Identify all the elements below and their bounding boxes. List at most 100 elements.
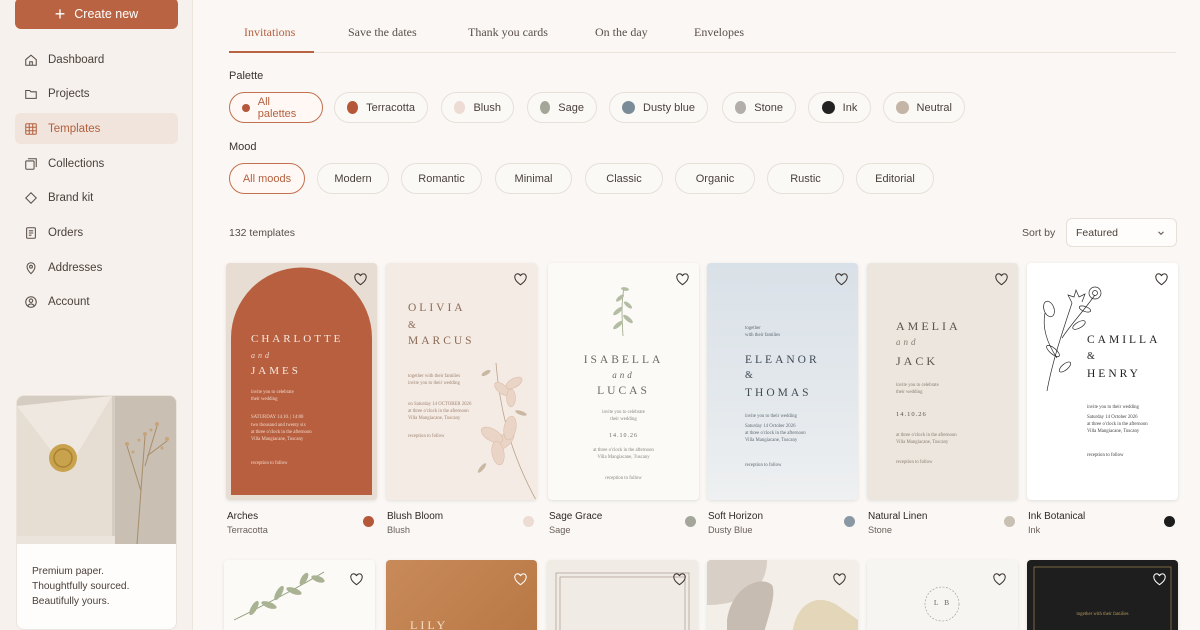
sidebar-item-templates[interactable]: Templates	[15, 113, 178, 145]
palette-chip-ink[interactable]: Ink	[808, 92, 871, 123]
sidebar-item-label: Account	[48, 296, 90, 309]
sidebar-item-account[interactable]: Account	[15, 287, 178, 318]
mood-chip-all[interactable]: All moods	[229, 163, 305, 194]
template-card-row2-1[interactable]	[224, 560, 375, 630]
chip-label: Sage	[558, 101, 584, 114]
sidebar-item-label: Addresses	[48, 261, 103, 274]
template-preview: CHARLOTTE and JAMES invite you to celebr…	[226, 263, 377, 500]
palette-chip-terracotta[interactable]: Terracotta	[334, 92, 428, 123]
heart-icon[interactable]	[349, 572, 364, 587]
invite-name-2: JAMES	[251, 365, 301, 377]
create-new-label: Create new	[74, 6, 139, 21]
chip-label: Blush	[473, 101, 501, 114]
promo-card[interactable]: Premium paper. Thoughtfully sourced. Bea…	[16, 395, 177, 630]
mood-chip-minimal[interactable]: Minimal	[495, 163, 572, 194]
mood-chip-rustic[interactable]: Rustic	[767, 163, 844, 194]
heart-icon[interactable]	[1152, 572, 1167, 587]
template-card-row2-5[interactable]: L B	[867, 560, 1018, 630]
heart-icon[interactable]	[992, 572, 1007, 587]
mood-chip-modern[interactable]: Modern	[317, 163, 389, 194]
swatch-dot	[540, 101, 551, 114]
chip-label: Terracotta	[366, 101, 415, 114]
sidebar-item-label: Projects	[48, 88, 90, 101]
mood-chip-classic[interactable]: Classic	[585, 163, 663, 194]
heart-icon[interactable]	[994, 272, 1009, 287]
chevron-down-icon	[1158, 231, 1164, 236]
chip-label: Minimal	[514, 172, 553, 185]
ink-flower-illustration	[1043, 286, 1102, 392]
palette-swatch	[363, 516, 374, 527]
mood-chip-editorial[interactable]: Editorial	[856, 163, 934, 194]
promo-line-1: Premium paper.	[32, 566, 104, 577]
mood-chip-organic[interactable]: Organic	[675, 163, 755, 194]
mood-chip-romantic[interactable]: Romantic	[401, 163, 482, 194]
swatch-dot	[454, 101, 466, 114]
palette-chip-blush[interactable]: Blush	[441, 92, 514, 123]
swatch-dot	[735, 101, 747, 114]
sprig-illustration	[613, 287, 633, 337]
chip-label: Ink	[842, 101, 858, 114]
template-preview: together with their families ELEANOR & TH…	[707, 263, 858, 500]
heart-icon[interactable]	[513, 572, 528, 587]
palette-heading: Palette	[229, 70, 264, 82]
tab-thank-you-cards[interactable]: Thank you cards	[468, 25, 548, 40]
template-count: 132 templates	[229, 227, 295, 239]
chip-label: Organic	[695, 172, 735, 185]
swatch-dot	[242, 103, 250, 112]
sidebar-item-projects[interactable]: Projects	[15, 79, 178, 110]
tab-envelopes[interactable]: Envelopes	[694, 25, 744, 40]
heart-icon[interactable]	[672, 572, 687, 587]
heart-icon[interactable]	[353, 272, 368, 287]
heart-icon[interactable]	[832, 572, 847, 587]
heart-icon[interactable]	[675, 272, 690, 287]
palette-chip-all[interactable]: All palettes	[229, 92, 323, 123]
template-card-row2-4[interactable]	[707, 560, 858, 630]
tab-save-the-dates[interactable]: Save the dates	[348, 25, 417, 40]
chip-label: Stone	[754, 101, 783, 114]
heart-icon[interactable]	[513, 272, 528, 287]
create-new-button[interactable]: + Create new	[15, 0, 178, 29]
invite-date: 14.10.26	[609, 433, 638, 439]
sidebar-item-addresses[interactable]: Addresses	[15, 252, 178, 283]
promo-line-2: Thoughtfully sourced.	[32, 581, 130, 592]
palette-chip-neutral[interactable]: Neutral	[883, 92, 965, 123]
tab-invitations[interactable]: Invitations	[244, 25, 295, 40]
palette-swatch	[523, 516, 534, 527]
pin-icon	[26, 261, 36, 275]
palette-chip-stone[interactable]: Stone	[722, 92, 796, 123]
heart-icon[interactable]	[1154, 272, 1169, 287]
promo-text: Premium paper. Thoughtfully sourced. Bea…	[17, 544, 176, 629]
palette-swatch	[844, 516, 855, 527]
template-palette: Terracotta	[227, 525, 268, 535]
palette-swatch	[1004, 516, 1015, 527]
chip-label: Classic	[606, 172, 642, 185]
sidebar-item-brand-kit[interactable]: Brand kit	[15, 183, 178, 214]
invite-name-2: MARCUS	[408, 335, 475, 347]
chip-label: Editorial	[875, 172, 915, 185]
sidebar-item-dashboard[interactable]: Dashboard	[15, 44, 178, 75]
chip-label: All palettes	[257, 95, 297, 120]
row2-name: LILY	[410, 618, 449, 630]
home-icon	[25, 54, 37, 66]
sort-value: Featured	[1076, 226, 1119, 239]
tab-on-the-day[interactable]: On the day	[595, 25, 648, 40]
chip-label: Rustic	[790, 172, 821, 185]
chip-label: Modern	[334, 172, 372, 185]
invite-conjunction: and	[612, 370, 635, 380]
sidebar-item-orders[interactable]: Orders	[15, 217, 178, 248]
heart-icon[interactable]	[834, 272, 849, 287]
template-preview: ISABELLA and LUCAS invite you to celebra…	[548, 263, 699, 500]
template-card-row2-2[interactable]: LILY	[386, 560, 537, 630]
wreath-monogram	[924, 586, 960, 622]
template-card-row2-3[interactable]	[547, 560, 698, 630]
sidebar-item-collections[interactable]: Collections	[15, 148, 178, 179]
template-name: Blush Bloom	[387, 511, 444, 522]
diamond-icon	[25, 192, 37, 205]
black-card-text: together with their families	[1076, 612, 1129, 617]
sort-select[interactable]: Featured	[1066, 218, 1177, 247]
folder-icon	[25, 90, 37, 100]
invite-name-2: HENRY	[1087, 368, 1141, 380]
template-card-row2-6[interactable]: together with their families	[1027, 560, 1178, 630]
palette-chip-sage[interactable]: Sage	[527, 92, 597, 123]
palette-chip-dusty-blue[interactable]: Dusty blue	[609, 92, 708, 123]
